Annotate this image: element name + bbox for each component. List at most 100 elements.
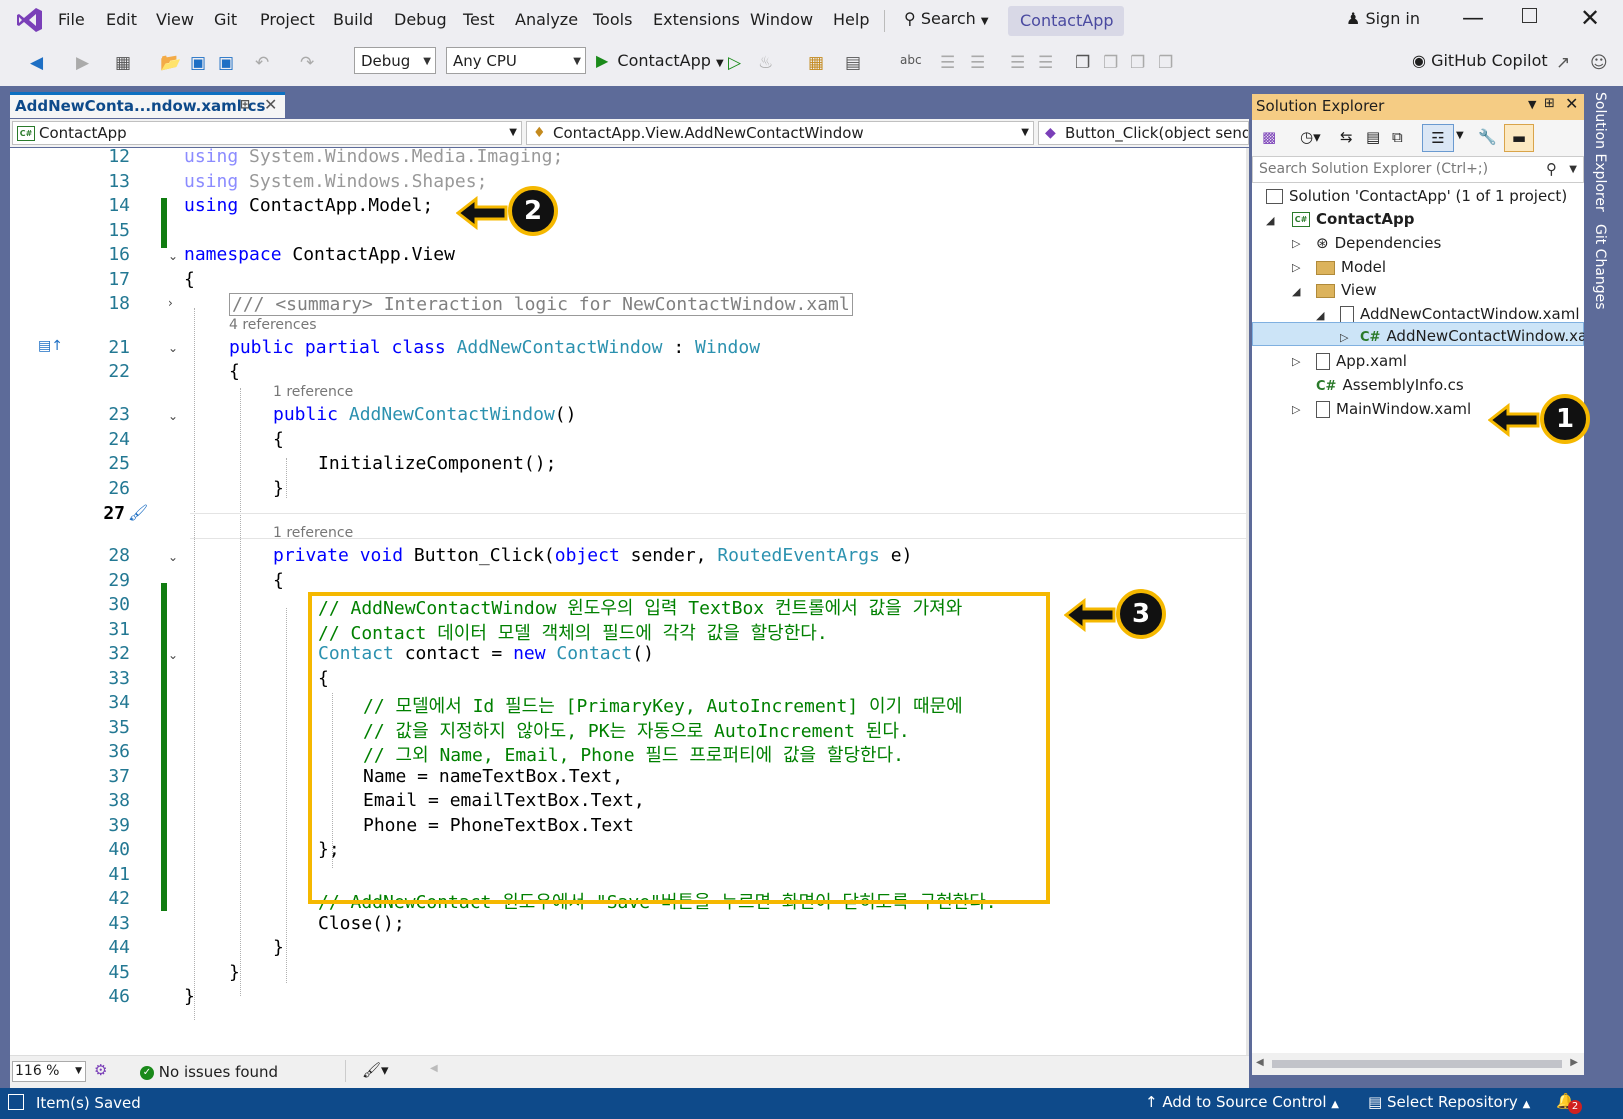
tab-addnewcontactwindow-cs[interactable]: AddNewConta...ndow.xaml.cs ⊞ ✕	[10, 92, 285, 118]
expanded-arrow-icon[interactable]: ◢	[1316, 309, 1324, 322]
configuration-select[interactable]: Debug ▼	[354, 47, 436, 74]
comment-icon[interactable]: ☰	[940, 53, 955, 73]
close-panel-icon[interactable]: ✕	[1565, 94, 1578, 113]
notifications-button[interactable]: 🔔 2	[1556, 1092, 1582, 1114]
menu-analyze[interactable]: Analyze	[515, 10, 578, 29]
pin-icon[interactable]: ⊞	[1544, 96, 1555, 111]
outdent-icon[interactable]: ☰	[1038, 53, 1053, 73]
platform-select[interactable]: Any CPU ▼	[446, 47, 586, 74]
intellicode-icon[interactable]: ⚙	[94, 1061, 107, 1079]
collapse-all-icon[interactable]: ▤	[1366, 128, 1380, 146]
collapsed-arrow-icon[interactable]: ▷	[1292, 403, 1300, 416]
start-without-debugging-icon[interactable]: ▷	[728, 53, 741, 73]
scroll-left-icon[interactable]: ◀	[430, 1063, 438, 1074]
menu-tools[interactable]: Tools	[593, 10, 632, 29]
minimize-icon[interactable]: —	[1462, 6, 1484, 31]
close-tab-icon[interactable]: ✕	[264, 95, 277, 114]
redo-icon[interactable]: ↷	[300, 53, 314, 73]
collapsed-arrow-icon[interactable]: ▷	[1340, 331, 1348, 344]
maximize-icon[interactable]	[1522, 8, 1537, 23]
menu-window[interactable]: Window	[750, 10, 813, 29]
github-copilot-button[interactable]: ◉ GitHub Copilot	[1412, 51, 1548, 70]
codelens-references[interactable]: 4 references	[229, 317, 317, 333]
clear-bookmarks-icon[interactable]: ❐	[1158, 53, 1173, 73]
codelens-references[interactable]: 1 reference	[273, 525, 353, 541]
collapsed-summary-comment[interactable]: /// <summary> Interaction logic for NewC…	[229, 293, 853, 316]
horizontal-scrollbar[interactable]: ◀ ▶	[1252, 1053, 1584, 1075]
add-to-source-control-button[interactable]: ↑ Add to Source Control ▲	[1145, 1093, 1339, 1111]
tab-git-changes[interactable]: Git Changes	[1592, 224, 1608, 310]
uncomment-icon[interactable]: ☰	[970, 53, 985, 73]
save-all-icon[interactable]: ▣	[218, 53, 234, 73]
open-folder-icon[interactable]: 📂	[160, 53, 181, 73]
collapse-toggle-icon[interactable]: ⌄	[168, 648, 178, 662]
properties-wrench-icon[interactable]: 🔧	[1478, 128, 1497, 146]
scroll-right-icon[interactable]: ▶	[1570, 1057, 1578, 1068]
menu-extensions[interactable]: Extensions	[653, 10, 740, 29]
chevron-down-icon[interactable]: ▼	[1456, 130, 1464, 141]
indent-icon[interactable]: ☰	[1010, 53, 1025, 73]
chevron-down-icon[interactable]: ▼	[1569, 157, 1577, 182]
back-icon[interactable]: ◀	[30, 53, 43, 73]
prev-bookmark-icon[interactable]: ❐	[1103, 53, 1118, 73]
scroll-thumb[interactable]	[1272, 1060, 1562, 1068]
collapse-toggle-icon[interactable]: ⌄	[168, 409, 178, 423]
scroll-left-icon[interactable]: ◀	[1256, 1057, 1264, 1068]
collapsed-arrow-icon[interactable]: ▷	[1292, 355, 1300, 368]
expanded-arrow-icon[interactable]: ◢	[1266, 214, 1274, 227]
tree-item-dependencies[interactable]: ⊛ Dependencies	[1316, 234, 1441, 252]
zoom-select[interactable]: 116 % ▼	[12, 1061, 86, 1082]
collapse-toggle-icon[interactable]: ⌄	[168, 249, 178, 263]
tree-item-mainwindow-xaml[interactable]: MainWindow.xaml	[1316, 400, 1471, 418]
menu-file[interactable]: File	[58, 10, 85, 29]
folder-icon[interactable]: ▦	[808, 53, 824, 73]
select-repository-button[interactable]: ▤ Select Repository ▲	[1368, 1093, 1530, 1111]
collapsed-arrow-icon[interactable]: ▷	[1292, 237, 1300, 250]
codelens-references[interactable]: 1 reference	[273, 384, 353, 400]
tree-item-view-folder[interactable]: View	[1316, 281, 1377, 299]
new-project-icon[interactable]: ▦	[115, 53, 131, 73]
tree-item-model-folder[interactable]: Model	[1316, 258, 1386, 276]
feedback-icon[interactable]: ☺	[1590, 53, 1608, 73]
collapsed-arrow-icon[interactable]: ▷	[1292, 261, 1300, 274]
next-bookmark-icon[interactable]: ❐	[1130, 53, 1145, 73]
sign-in-button[interactable]: ♟ Sign in	[1346, 9, 1420, 28]
search-button[interactable]: ⚲ Search ▼	[904, 9, 989, 28]
menu-project[interactable]: Project	[260, 10, 315, 29]
preview-icon[interactable]: ▬	[1504, 124, 1534, 152]
undo-icon[interactable]: ↶	[255, 53, 269, 73]
menu-test[interactable]: Test	[463, 10, 495, 29]
tree-item-assemblyinfo[interactable]: C# AssemblyInfo.cs	[1316, 376, 1464, 394]
pin-icon[interactable]: ⊞	[240, 97, 250, 111]
forward-icon[interactable]: ▶	[76, 53, 89, 73]
member-nav-select[interactable]: ◆ Button_Click(object sende	[1038, 121, 1249, 145]
tab-solution-explorer[interactable]: Solution Explorer	[1592, 92, 1608, 212]
hot-reload-icon[interactable]: ♨	[758, 53, 773, 73]
collapse-toggle-icon[interactable]: ⌄	[168, 550, 178, 564]
code-cleanup-icon[interactable]: 🖌▾	[362, 1061, 389, 1079]
menu-help[interactable]: Help	[833, 10, 869, 29]
show-all-files-icon[interactable]: ⧉	[1392, 128, 1403, 146]
expand-toggle-icon[interactable]: ›	[168, 296, 173, 310]
save-icon[interactable]: ▣	[190, 53, 206, 73]
layout-icon[interactable]: ▤	[845, 53, 861, 73]
close-icon[interactable]: ✕	[1580, 4, 1600, 32]
tree-item-project[interactable]: C# ContactApp	[1292, 210, 1414, 228]
share-icon[interactable]: ↗	[1556, 53, 1570, 73]
menu-view[interactable]: View	[156, 10, 194, 29]
type-nav-select[interactable]: ♦ ContactApp.View.AddNewContactWindow ▼	[526, 121, 1034, 145]
issues-indicator[interactable]: ✓ No issues found	[140, 1063, 278, 1081]
chevron-down-icon[interactable]: ▼	[1528, 98, 1536, 111]
class-diagram-icon[interactable]: ▤↑	[38, 338, 63, 354]
menu-edit[interactable]: Edit	[106, 10, 137, 29]
tree-item-app-xaml[interactable]: App.xaml	[1316, 352, 1407, 370]
start-debugging-button[interactable]: ▶ ContactApp ▼	[596, 51, 724, 70]
filter-icon[interactable]: ☲	[1422, 124, 1454, 152]
bookmark-icon[interactable]: ❐	[1075, 53, 1090, 73]
menu-git[interactable]: Git	[214, 10, 237, 29]
spell-check-icon[interactable]: abc	[900, 53, 922, 67]
quick-action-brush-icon[interactable]: 🖌	[128, 503, 148, 522]
sync-icon[interactable]: ⇆	[1340, 128, 1353, 146]
tree-item-addnewcontactwindow-cs[interactable]: C# AddNewContactWindow.xam	[1360, 327, 1602, 345]
solution-search-input[interactable]: Search Solution Explorer (Ctrl+;) ⚲ ▼	[1252, 156, 1584, 183]
